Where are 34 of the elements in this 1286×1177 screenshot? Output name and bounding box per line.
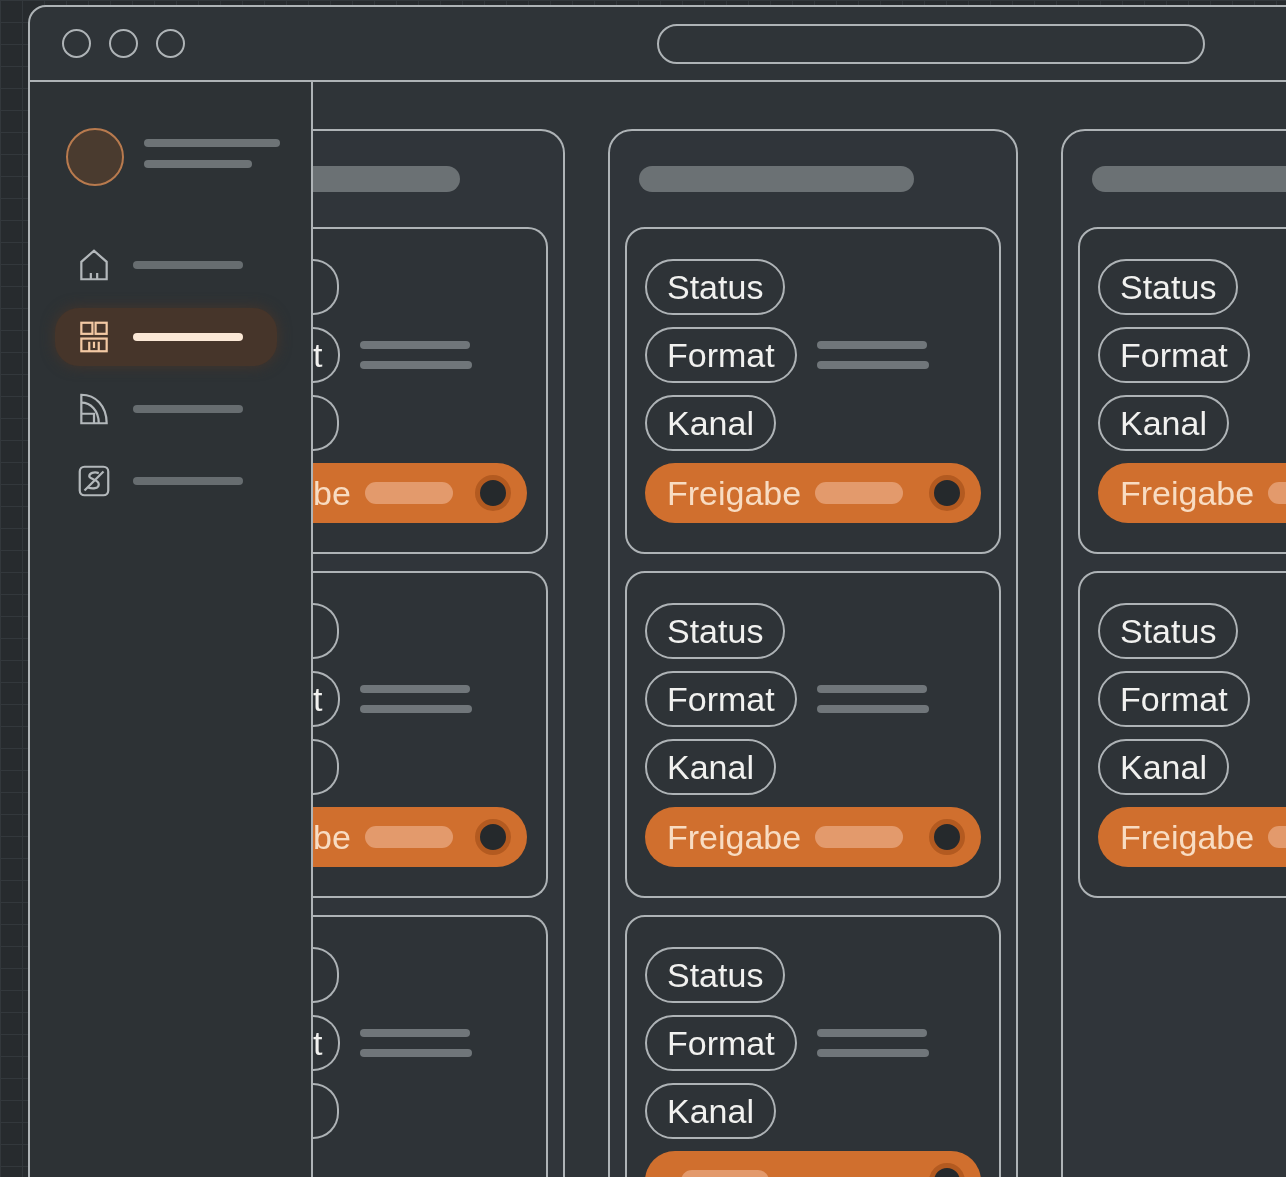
tag-chip: Kanal: [645, 739, 776, 795]
release-toggle[interactable]: Freigabe: [1098, 463, 1286, 523]
tag-chip: Status: [645, 947, 786, 1003]
toggle-knob: [475, 475, 511, 511]
release-toggle[interactable]: Freigabe: [645, 463, 981, 523]
tag-chip: Format: [1098, 327, 1250, 383]
avatar: [66, 128, 124, 186]
window-button[interactable]: [109, 29, 138, 58]
release-toggle[interactable]: Freigabe: [645, 807, 981, 867]
tag-chip: Kanal: [1098, 395, 1229, 451]
tag-chip: Format: [645, 671, 797, 727]
tag-chip: t: [313, 327, 341, 383]
release-toggle[interactable]: be: [313, 807, 527, 867]
tag-chip: Format: [645, 327, 797, 383]
tag-chip: Status: [645, 259, 786, 315]
release-toggle[interactable]: Freigabe: [1098, 807, 1286, 867]
toggle-knob: [475, 819, 511, 855]
tag-chip: Status: [1098, 603, 1239, 659]
tag-chip: Format: [645, 1015, 797, 1071]
tag-chip: t: [313, 671, 341, 727]
release-toggle[interactable]: be: [313, 463, 527, 523]
nav-item[interactable]: [55, 308, 277, 366]
toggle-knob: [929, 475, 965, 511]
tag-chip: Kanal: [645, 1083, 776, 1139]
toggle-knob: [929, 819, 965, 855]
tag-chip: t: [313, 1015, 341, 1071]
tag-chip: Format: [1098, 671, 1250, 727]
tag-chip: Kanal: [645, 395, 776, 451]
tag-chip: Status: [645, 603, 786, 659]
window-button[interactable]: [62, 29, 91, 58]
address-bar[interactable]: [657, 23, 1205, 64]
window-button[interactable]: [156, 29, 185, 58]
tag-chip: Status: [1098, 259, 1239, 315]
tag-chip: Kanal: [1098, 739, 1229, 795]
